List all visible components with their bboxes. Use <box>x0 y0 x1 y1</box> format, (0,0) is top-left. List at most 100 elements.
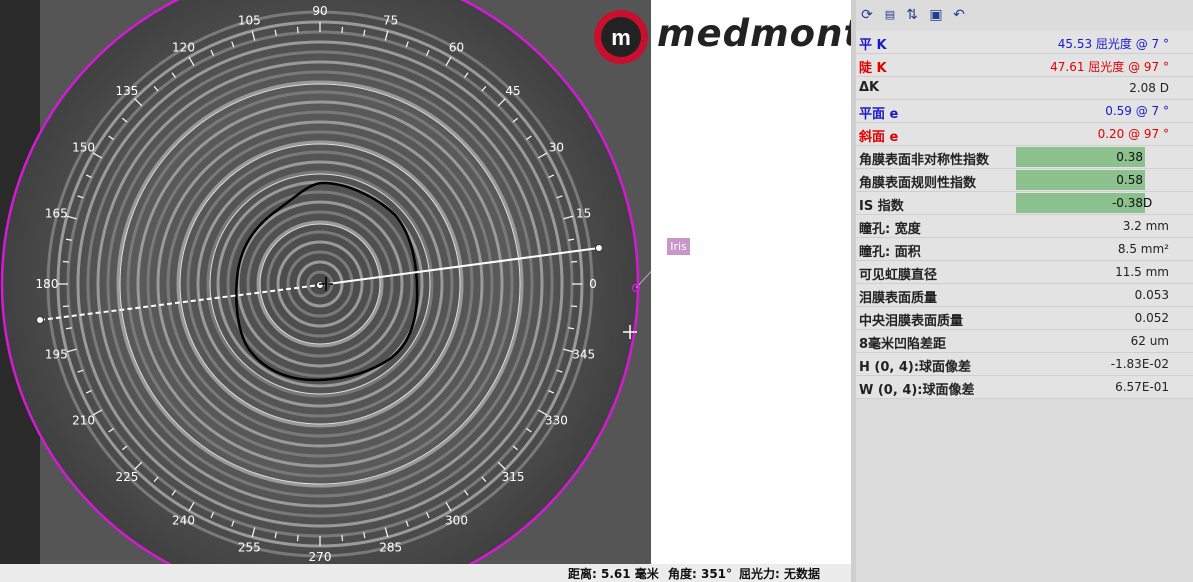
measurement-row: 8毫米凹陷差距 62 um <box>856 330 1193 353</box>
status-angle: 角度: 351° <box>668 567 733 581</box>
toolbar: ⟳ ▤ ⇅ ▣ ↶ <box>856 0 1193 31</box>
measurement-value: 2.08 D <box>1129 81 1169 95</box>
status-bar: 距离: 5.61 毫米 角度: 351° 屈光力: 无数据 <box>0 564 851 582</box>
angle-tick <box>570 305 578 308</box>
measurement-label: 陡 K <box>859 61 887 76</box>
angle-label: 315 <box>502 470 525 484</box>
angle-tick <box>296 26 299 34</box>
measurement-label: 中央泪膜表面质量 <box>859 314 964 329</box>
measurement-value: 45.53 屈光度 @ 7 ° <box>1057 37 1169 51</box>
angle-tick <box>62 305 70 308</box>
angle-label: 270 <box>309 550 332 564</box>
measurement-table: 平 K 45.53 屈光度 @ 7 ° 陡 K 47.61 屈光度 @ 97 ° ΔK 2… <box>856 31 1193 399</box>
measurement-row: ΔK 2.08 D <box>856 77 1193 100</box>
refresh-icon[interactable]: ⟳ <box>859 7 875 23</box>
measurement-row: 角膜表面规则性指数 0.58 <box>856 169 1193 192</box>
measurement-row: 角膜表面非对称性指数 0.38 <box>856 146 1193 169</box>
angle-label: 0 <box>589 277 597 291</box>
measurement-label: IS 指数 <box>859 199 904 214</box>
measurement-row: 平 K 45.53 屈光度 @ 7 ° <box>856 31 1193 54</box>
measurement-label: 斜面 e <box>859 130 899 145</box>
angle-tick <box>341 534 344 542</box>
measurement-row: 瞳孔: 宽度 3.2 mm <box>856 215 1193 238</box>
angle-label: 255 <box>238 541 261 555</box>
measurement-value: 3.2 mm <box>1122 219 1169 233</box>
measurement-value: 0.59 @ 7 ° <box>1105 104 1169 118</box>
brand-name: medmont <box>657 12 863 55</box>
measure-handle-right[interactable] <box>595 244 603 252</box>
measurement-label: ΔK <box>859 80 880 95</box>
status-distance: 距离: 5.61 毫米 <box>568 567 659 581</box>
measure-handle-left[interactable] <box>36 316 44 324</box>
angle-label: 240 <box>172 513 195 527</box>
measurement-label: 可见虹膜直径 <box>859 268 938 283</box>
measurement-label: 角膜表面非对称性指数 <box>859 153 990 168</box>
measurement-label: 泪膜表面质量 <box>859 291 938 306</box>
angle-tick <box>296 534 299 542</box>
angle-label: 105 <box>238 13 261 27</box>
measurement-row: IS 指数 -0.38 D <box>856 192 1193 215</box>
measurement-row: 中央泪膜表面质量 0.052 <box>856 307 1193 330</box>
measurement-label: W (0, 4):球面像差 <box>859 383 975 398</box>
measurement-row: 斜面 e 0.20 @ 97 ° <box>856 123 1193 146</box>
save-icon[interactable]: ▣ <box>928 7 944 23</box>
angle-tick <box>570 260 578 263</box>
measurement-label: 平面 e <box>859 107 899 122</box>
medmont-logo-icon: m <box>594 10 648 64</box>
center-marker[interactable] <box>316 281 324 289</box>
measurement-value: 6.57E-01 <box>1115 380 1169 394</box>
angle-label: 285 <box>379 541 402 555</box>
angle-label: 300 <box>445 513 468 527</box>
results-panel: ⟳ ▤ ⇅ ▣ ↶ 平 K 45.53 屈光度 @ 7 ° 陡 K 47.61 屈光度… <box>856 0 1193 582</box>
angle-label: 75 <box>383 13 398 27</box>
angle-tick <box>341 26 344 34</box>
logo-area <box>651 0 854 564</box>
measurement-label: 瞳孔: 面积 <box>859 245 921 260</box>
measurement-row: 泪膜表面质量 0.053 <box>856 284 1193 307</box>
status-power: 屈光力: 无数据 <box>739 567 820 581</box>
measurement-value: -1.83E-02 <box>1110 357 1169 371</box>
measurement-value: 47.61 屈光度 @ 97 ° <box>1050 60 1169 74</box>
measurement-row: W (0, 4):球面像差 6.57E-01 <box>856 376 1193 399</box>
measurement-value: 0.38 <box>1116 150 1143 164</box>
angle-label: 60 <box>449 41 464 55</box>
measurement-row: 陡 K 47.61 屈光度 @ 97 ° <box>856 54 1193 77</box>
corneal-topography-viewer[interactable]: 0 15 30 45 60 75 90 105 120 135 150 165 180 195 210 225… <box>0 0 651 564</box>
angle-label: 225 <box>116 470 139 484</box>
measurement-label: H (0, 4):球面像差 <box>859 360 972 375</box>
measurement-label: 8毫米凹陷差距 <box>859 337 947 352</box>
iris-tag: Iris <box>667 238 690 255</box>
angle-label: 180 <box>36 277 59 291</box>
measurement-value: -0.38 <box>1111 196 1143 210</box>
angle-label: 150 <box>72 141 95 155</box>
angle-label: 195 <box>45 348 68 362</box>
angle-label: 165 <box>45 206 68 220</box>
measurement-label: 平 K <box>859 38 887 53</box>
placido-image[interactable]: 0 15 30 45 60 75 90 105 120 135 150 165 180 195 210 225… <box>0 0 651 564</box>
measurement-row: H (0, 4):球面像差 -1.83E-02 <box>856 353 1193 376</box>
measurement-label: 角膜表面规则性指数 <box>859 176 977 191</box>
sort-icon[interactable]: ⇅ <box>904 7 920 23</box>
svg-text:m: m <box>611 25 631 50</box>
measurement-value: 0.58 <box>1116 173 1143 187</box>
measurement-row: 可见虹膜直径 11.5 mm <box>856 261 1193 284</box>
angle-label: 210 <box>72 414 95 428</box>
angle-label: 15 <box>576 206 591 220</box>
undo-icon[interactable]: ↶ <box>951 7 967 23</box>
measurement-value: 0.053 <box>1134 288 1169 302</box>
measurement-value: 0.20 @ 97 ° <box>1097 127 1169 141</box>
angle-label: 90 <box>312 4 327 18</box>
measurement-value: 0.052 <box>1134 311 1169 325</box>
measurement-row: 平面 e 0.59 @ 7 ° <box>856 100 1193 123</box>
angle-label: 345 <box>572 348 595 362</box>
angle-label: 120 <box>172 41 195 55</box>
measurement-row: 瞳孔: 面积 8.5 mm² <box>856 238 1193 261</box>
measurement-value: 11.5 mm <box>1115 265 1169 279</box>
measurement-label: 瞳孔: 宽度 <box>859 222 921 237</box>
angle-label: 330 <box>545 414 568 428</box>
measurement-value: 8.5 mm² <box>1117 242 1169 256</box>
angle-label: 135 <box>116 84 139 98</box>
angle-tick <box>62 260 70 263</box>
angle-label: 45 <box>505 84 520 98</box>
data-icon[interactable]: ▤ <box>882 7 898 23</box>
